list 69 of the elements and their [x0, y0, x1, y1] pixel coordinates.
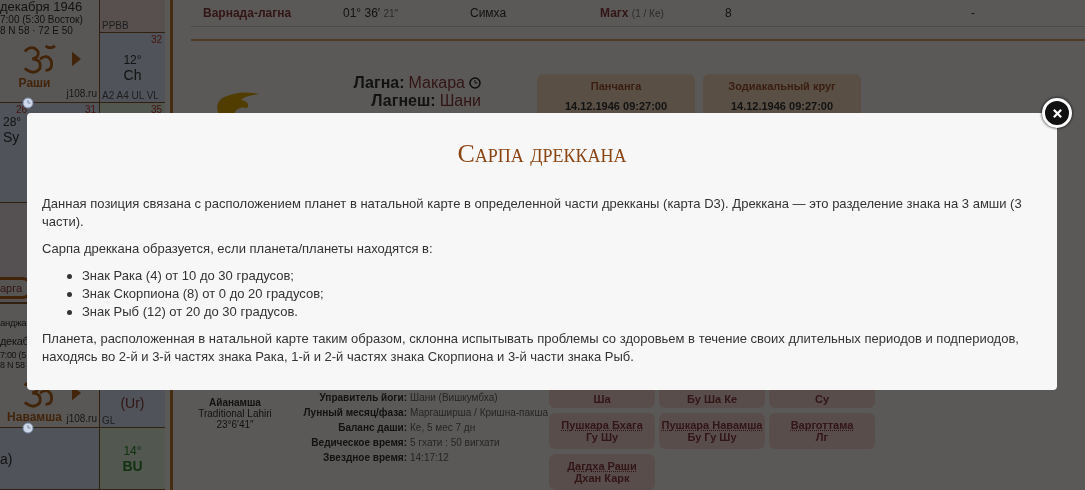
yoga-planets: Ша — [592, 393, 612, 405]
chart-label[interactable]: Навамша — [7, 410, 62, 424]
lagna-value: Макара — [408, 73, 465, 92]
clock-icon[interactable] — [22, 422, 34, 434]
card-date: 14.12.1946 09:27:00 — [563, 99, 669, 112]
yoga-title: Варготтама — [789, 419, 855, 431]
yoga-planets: Бу Ша Ке — [686, 393, 738, 405]
close-icon — [1051, 107, 1063, 119]
planet-label: Sy — [3, 129, 20, 145]
cell-tags: PPBB — [102, 20, 129, 31]
detail-label: Ведическое время: — [310, 437, 407, 448]
yoga-planets: Лг — [814, 431, 830, 443]
yoga-card[interactable]: Варготтама Лг — [769, 413, 875, 449]
chart-info-text: декабря 1946 — [0, 0, 83, 14]
planet-label: Ch — [123, 66, 142, 83]
table-cell-text: Варнада-лагна — [203, 5, 293, 20]
planet-degree: 12° — [123, 52, 142, 67]
planet-label: BU — [122, 457, 143, 474]
bullet-icon — [67, 291, 72, 297]
bullet-icon — [67, 309, 72, 315]
modal-paragraph: Данная позиция связана с расположением планет в натальной карте в определенной части дрекканы (карта D3). Дреккана — это разделение знака на 3 амши (3 части). — [42, 195, 1023, 231]
detail-label: Баланс даши: — [337, 422, 407, 433]
list-item: Знак Рака (4) от 10 до 30 градусов; — [67, 267, 1042, 285]
list-item: Знак Рыб (12) от 20 до 30 градусов. — [67, 303, 1042, 321]
chart-info-text: анджа — [0, 316, 27, 330]
yoga-card[interactable]: Пушкара Навамша Бу Гу Шу — [659, 413, 765, 449]
yoga-title: Дагдха Раши — [566, 460, 638, 472]
modal-title: Сарпа дреккана — [456, 138, 628, 170]
planet-degree: 28° — [3, 115, 22, 129]
lagnesh-value: Шани — [439, 91, 481, 110]
planet-label: (Ur) — [120, 395, 145, 411]
chart-info-text: 8 N 58 · 72 E 50 — [0, 25, 73, 36]
modal-paragraph: Сарпа дреккана образуется, если планета/планеты находятся в: — [42, 240, 434, 258]
chart-info-text: 8 N 58 — [0, 360, 25, 370]
house-number: 32 — [150, 34, 162, 45]
yoga-title: Пушкара Навамша — [660, 419, 764, 431]
close-button[interactable] — [1042, 98, 1072, 128]
yoga-planets: Гу Шу — [584, 431, 620, 443]
bullet-icon — [67, 273, 72, 279]
chart-label[interactable]: Раши — [18, 76, 51, 90]
ayanamsha-title: Айанамша — [208, 397, 262, 408]
planet-degree: 14° — [123, 443, 142, 458]
modal-paragraph: Планета, расположенная в натальной карте таким образом, склонна испытывать проблемы со здоровьем в течение своих длительных периодов и подпериодов, находясь во 2-й и 3-й частях знака Рака, 1-й и 2-й частях знака Скорпиона и 3-й части знака Рыб. — [42, 330, 1020, 366]
house-number: 35 — [150, 104, 162, 115]
detail-label: Звездное время: — [322, 452, 407, 463]
card-date: 14.12.1946 09:27:00 — [729, 99, 835, 112]
detail-label: Лунный месяц/фаза: — [302, 407, 407, 418]
planet-label: а) — [0, 450, 13, 467]
yoga-planets: Бу Гу Шу — [686, 431, 738, 443]
detail-label: Управитель йоги: — [318, 392, 407, 403]
site-label: j108.ru — [66, 88, 97, 99]
chart-info-text: 7:00 (5 — [0, 350, 26, 360]
lagnesh-label: Лагнеш: — [371, 91, 436, 110]
yoga-planets: Дхан Карк — [573, 472, 631, 484]
house-number: 31 — [84, 104, 96, 115]
yoga-title: Пушкара Бхага — [560, 419, 644, 431]
lagna-label: Лагна: — [353, 73, 405, 92]
cell-tags: GL — [102, 415, 116, 426]
table-cell-text: 8 — [725, 5, 733, 20]
chart-info-text: 7:00 (5:30 Восток) — [0, 14, 83, 25]
list-item: Знак Скорпиона (8) от 0 до 20 градусов; — [67, 285, 1042, 303]
ayanamsha-value: 23°6′41″ — [215, 419, 255, 430]
yoga-card[interactable]: Пушкара Бхага Гу Шу — [549, 413, 655, 449]
table-cell: - — [971, 5, 975, 20]
table-cell-text: Симха — [470, 5, 508, 20]
site-label: j108.ru — [66, 413, 97, 424]
ayanamsha-system: Traditional Lahiri — [197, 408, 273, 419]
yoga-card[interactable]: Дагдха Раши Дхан Карк — [549, 454, 655, 490]
yoga-planets: Су — [813, 393, 831, 405]
